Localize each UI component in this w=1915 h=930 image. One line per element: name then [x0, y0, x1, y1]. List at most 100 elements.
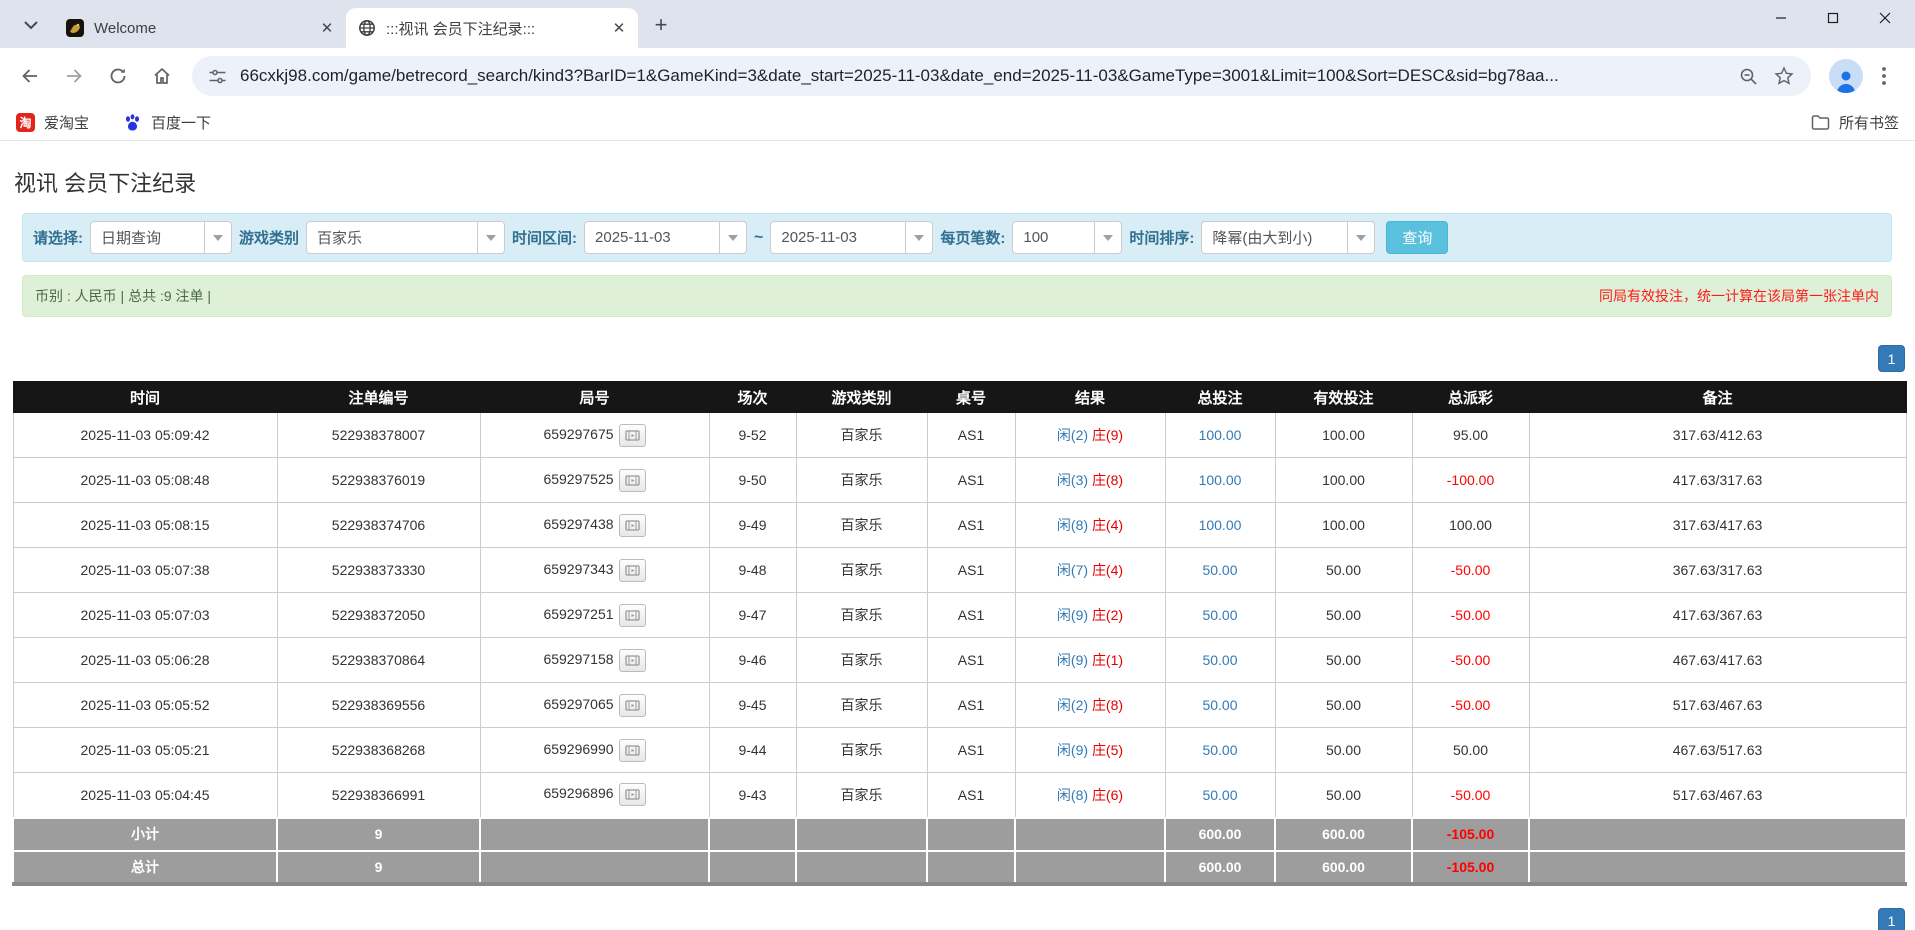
date-start-input[interactable]: 2025-11-03 [584, 221, 748, 254]
cell-payout: -50.00 [1411, 637, 1530, 683]
globe-favicon-icon [358, 19, 376, 37]
search-button[interactable]: 查询 [1386, 221, 1449, 254]
close-window-button[interactable] [1859, 0, 1911, 36]
bet-records-table: 时间 注单编号 局号 场次 游戏类别 桌号 结果 总投注 有效投注 总派彩 备注… [12, 381, 1907, 886]
home-button[interactable] [142, 56, 182, 96]
page-size-select[interactable]: 100 [1012, 221, 1123, 254]
tab-search-button[interactable] [16, 10, 46, 40]
cell-session: 9-50 [708, 457, 797, 503]
cell-bet-id: 522938373330 [276, 547, 481, 593]
page-1-button[interactable]: 1 [1878, 345, 1905, 372]
cell-game-type: 百家乐 [795, 412, 928, 458]
address-bar[interactable]: 66cxkj98.com/game/betrecord_search/kind3… [192, 56, 1811, 96]
cell-payout: -50.00 [1411, 592, 1530, 638]
site-settings-icon[interactable] [204, 63, 230, 89]
bookmark-star-icon[interactable] [1771, 63, 1797, 89]
total-bet-link[interactable]: 100.00 [1199, 517, 1242, 533]
video-replay-button[interactable] [618, 738, 646, 762]
cell-table-id: AS1 [926, 412, 1016, 458]
profile-avatar[interactable] [1829, 59, 1863, 93]
total-bet-link[interactable]: 100.00 [1199, 472, 1242, 488]
forward-button[interactable] [54, 56, 94, 96]
cell-result: 闲(9) 庄(5) [1014, 727, 1166, 773]
total-bet-link[interactable]: 50.00 [1202, 697, 1237, 713]
cell-game-type: 百家乐 [795, 772, 928, 818]
sort-select[interactable]: 降幂(由大到小) [1201, 221, 1376, 254]
total-payout: -105.00 [1411, 849, 1530, 886]
cell-time: 2025-11-03 05:06:28 [12, 637, 278, 683]
bookmark-baidu[interactable]: 百度一下 [123, 112, 211, 133]
tab-title: Welcome [94, 19, 157, 37]
table-row: 2025-11-03 05:04:45 522938366991 6592968… [12, 772, 1907, 818]
video-replay-button[interactable] [618, 603, 646, 627]
cell-bet-id: 522938370864 [276, 637, 481, 683]
cell-note: 467.63/417.63 [1528, 637, 1907, 683]
tab-welcome[interactable]: Welcome ✕ [54, 8, 348, 48]
total-bet-link[interactable]: 50.00 [1202, 742, 1237, 758]
bookmarks-bar: 淘 爱淘宝 百度一下 所有书签 [0, 104, 1915, 141]
total-bet-link[interactable]: 50.00 [1202, 607, 1237, 623]
video-replay-button[interactable] [618, 468, 646, 492]
video-replay-button[interactable] [618, 648, 646, 672]
cell-session: 9-45 [708, 682, 797, 728]
new-tab-button[interactable]: + [646, 10, 676, 40]
all-bookmarks-button[interactable]: 所有书签 [1811, 112, 1899, 133]
zoom-icon[interactable] [1735, 63, 1761, 89]
table-row: 2025-11-03 05:09:42 522938378007 6592976… [12, 412, 1907, 458]
total-bet-link[interactable]: 50.00 [1202, 652, 1237, 668]
cell-total-bet: 50.00 [1164, 547, 1276, 593]
tab-title: :::视讯 会员下注纪录::: [386, 20, 536, 38]
tab-bet-records[interactable]: :::视讯 会员下注纪录::: ✕ [346, 8, 638, 48]
film-icon [624, 609, 640, 621]
film-icon [624, 429, 640, 441]
game-type-select[interactable]: 百家乐 [306, 221, 506, 254]
header-bet-id: 注单编号 [276, 381, 481, 413]
cell-game-type: 百家乐 [795, 547, 928, 593]
bookmark-taobao[interactable]: 淘 爱淘宝 [16, 112, 89, 133]
cell-note: 417.63/317.63 [1528, 457, 1907, 503]
film-icon [624, 699, 640, 711]
cell-game-type: 百家乐 [795, 592, 928, 638]
cell-table-id: AS1 [926, 502, 1016, 548]
video-replay-button[interactable] [618, 693, 646, 717]
cell-time: 2025-11-03 05:09:42 [12, 412, 278, 458]
cell-bet-id: 522938368268 [276, 727, 481, 773]
query-type-select[interactable]: 日期查询 [90, 221, 232, 254]
video-replay-button[interactable] [618, 558, 646, 582]
chevron-down-icon [905, 222, 932, 253]
total-bet-link[interactable]: 100.00 [1199, 427, 1242, 443]
video-replay-button[interactable] [618, 783, 646, 807]
total-bet-link[interactable]: 50.00 [1202, 787, 1237, 803]
cell-session: 9-43 [708, 772, 797, 818]
video-replay-button[interactable] [618, 423, 646, 447]
cell-session: 9-44 [708, 727, 797, 773]
minimize-button[interactable] [1755, 0, 1807, 36]
reload-button[interactable] [98, 56, 138, 96]
page-size-label: 每页笔数: [940, 230, 1006, 247]
cell-bet-id: 522938366991 [276, 772, 481, 818]
cell-session: 9-47 [708, 592, 797, 638]
header-time: 时间 [12, 381, 278, 413]
tab-close-icon[interactable]: ✕ [316, 17, 338, 39]
cell-round-id: 659297343 [479, 547, 710, 593]
back-button[interactable] [10, 56, 50, 96]
cell-result: 闲(2) 庄(8) [1014, 682, 1166, 728]
cell-session: 9-49 [708, 502, 797, 548]
table-body: 2025-11-03 05:09:42 522938378007 6592976… [12, 412, 1907, 818]
baidu-paw-icon [126, 113, 140, 130]
date-end-input[interactable]: 2025-11-03 [770, 221, 934, 254]
cell-total-bet: 100.00 [1164, 457, 1276, 503]
video-replay-button[interactable] [618, 513, 646, 537]
header-game-type: 游戏类别 [795, 381, 928, 413]
subtotal-payout: -105.00 [1411, 816, 1530, 852]
chevron-down-icon [204, 222, 231, 253]
cell-time: 2025-11-03 05:05:21 [12, 727, 278, 773]
cell-result: 闲(8) 庄(4) [1014, 502, 1166, 548]
cell-payout: -50.00 [1411, 772, 1530, 818]
cell-payout: -50.00 [1411, 547, 1530, 593]
browser-menu-button[interactable] [1867, 59, 1901, 93]
page-1-button[interactable]: 1 [1878, 907, 1905, 930]
total-bet-link[interactable]: 50.00 [1202, 562, 1237, 578]
tab-close-icon[interactable]: ✕ [608, 17, 630, 39]
maximize-button[interactable] [1807, 0, 1859, 36]
